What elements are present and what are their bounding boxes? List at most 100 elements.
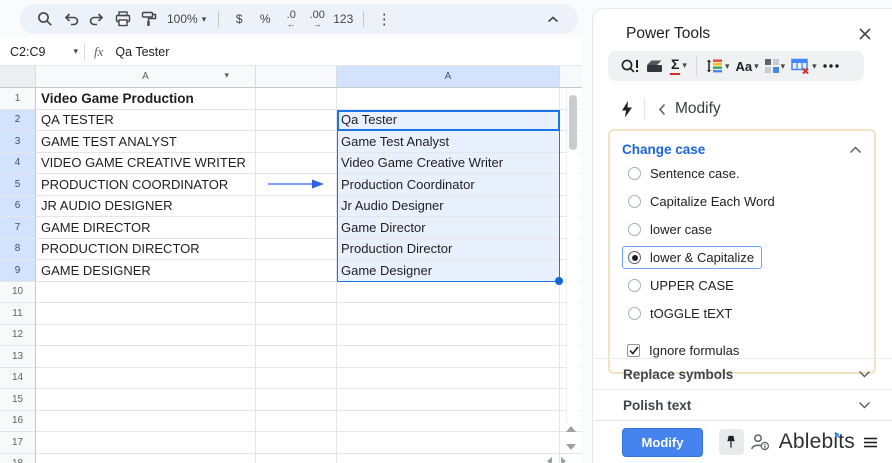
print-button[interactable] (110, 6, 136, 32)
cell-B13[interactable] (256, 346, 337, 368)
ignore-formulas-checkbox[interactable]: Ignore formulas (622, 343, 862, 358)
vertical-scrollbar-thumb[interactable] (569, 95, 577, 150)
radio-option-5[interactable]: tOGGLE tEXT (622, 302, 740, 325)
zoom-control[interactable]: 100% ▾ (162, 12, 211, 26)
section-polish-text[interactable]: Polish text (594, 389, 892, 420)
undo-button[interactable] (58, 6, 84, 32)
cell-C6[interactable]: Jr Audio Designer (337, 195, 560, 217)
split-button[interactable]: ▾ (764, 59, 785, 73)
cell-B18[interactable] (256, 453, 337, 463)
cell-A3[interactable]: GAME TEST ANALYST (36, 131, 256, 153)
cell-A1[interactable]: Video Game Production (36, 88, 256, 110)
fill-handle[interactable] (555, 276, 563, 285)
cell-B11[interactable] (256, 303, 337, 325)
increase-decimal-button[interactable]: .00 → (304, 6, 330, 32)
format-currency-button[interactable]: $ (226, 6, 252, 32)
cell-A6[interactable]: JR AUDIO DESIGNER (36, 195, 256, 217)
cell-C11[interactable] (337, 303, 560, 325)
cell-B4[interactable] (256, 152, 337, 174)
formulas-button[interactable]: Σ ▾ (670, 56, 687, 75)
cell-A9[interactable]: GAME DESIGNER (36, 260, 256, 282)
radio-option-0[interactable]: Sentence case. (622, 162, 748, 185)
scroll-left-icon[interactable] (547, 457, 552, 463)
row-header-9[interactable]: 9 (0, 260, 36, 282)
cell-C15[interactable] (337, 389, 560, 411)
row-header-16[interactable]: 16 (0, 410, 36, 432)
formula-input[interactable]: Qa Tester (115, 45, 169, 59)
scroll-up-icon[interactable] (566, 426, 576, 432)
close-panel-button[interactable] (854, 23, 876, 45)
cell-C8[interactable]: Production Director (337, 238, 560, 260)
cell-B3[interactable] (256, 131, 337, 153)
cell-C2[interactable]: Qa Tester (337, 109, 560, 131)
row-header-15[interactable]: 15 (0, 389, 36, 411)
row-header-3[interactable]: 3 (0, 131, 36, 153)
more-tools-button[interactable] (822, 64, 839, 68)
cell-B1[interactable] (256, 88, 337, 110)
cell-B12[interactable] (256, 324, 337, 346)
section-replace-symbols[interactable]: Replace symbols (594, 358, 892, 389)
cell-A2[interactable]: QA TESTER (36, 109, 256, 131)
column-dropdown-icon[interactable]: ▾ (224, 70, 229, 81)
cell-B17[interactable] (256, 432, 337, 454)
row-header-11[interactable]: 11 (0, 303, 36, 325)
cell-B10[interactable] (256, 281, 337, 303)
back-chevron-icon[interactable] (658, 103, 666, 116)
cell-A16[interactable] (36, 410, 256, 432)
row-header-6[interactable]: 6 (0, 195, 36, 217)
radio-option-4[interactable]: UPPER CASE (622, 274, 742, 297)
cell-A4[interactable]: VIDEO GAME CREATIVE WRITER (36, 152, 256, 174)
blue-arrow-drawing[interactable] (267, 179, 325, 189)
cell-C17[interactable] (337, 432, 560, 454)
cell-B14[interactable] (256, 367, 337, 389)
cell-C9[interactable]: Game Designer (337, 260, 560, 282)
cell-B6[interactable] (256, 195, 337, 217)
row-header-10[interactable]: 10 (0, 281, 36, 303)
column-header-b[interactable] (256, 66, 337, 88)
row-header-12[interactable]: 12 (0, 324, 36, 346)
search-button[interactable] (32, 6, 58, 32)
cell-C12[interactable] (337, 324, 560, 346)
row-header-8[interactable]: 8 (0, 238, 36, 260)
row-header-1[interactable]: 1 (0, 88, 36, 110)
row-header-5[interactable]: 5 (0, 174, 36, 196)
cell-C16[interactable] (337, 410, 560, 432)
cell-A5[interactable]: PRODUCTION COORDINATOR (36, 174, 256, 196)
cell-C5[interactable]: Production Coordinator (337, 174, 560, 196)
sort-button[interactable]: ▾ (706, 58, 729, 74)
row-header-14[interactable]: 14 (0, 367, 36, 389)
row-header-2[interactable]: 2 (0, 109, 36, 131)
find-anything-button[interactable] (620, 58, 639, 75)
cell-A15[interactable] (36, 389, 256, 411)
cell-C14[interactable] (337, 367, 560, 389)
column-header-c[interactable]: A (337, 66, 560, 88)
modify-title[interactable]: Modify (675, 100, 721, 118)
ablebits-logo[interactable]: Ablebits (779, 430, 855, 454)
cell-B16[interactable] (256, 410, 337, 432)
decrease-decimal-button[interactable]: .0 ← (278, 6, 304, 32)
chevron-up-icon[interactable] (849, 145, 862, 154)
cell-B5[interactable] (256, 174, 337, 196)
account-info-button[interactable] (750, 433, 771, 451)
cell-A13[interactable] (36, 346, 256, 368)
cell-C4[interactable]: Video Game Creative Writer (337, 152, 560, 174)
format-percent-button[interactable]: % (252, 6, 278, 32)
cell-B2[interactable] (256, 109, 337, 131)
name-box[interactable]: C2:C9 ▾ (0, 45, 78, 59)
cell-B15[interactable] (256, 389, 337, 411)
cell-C18[interactable] (337, 453, 560, 463)
paint-format-button[interactable] (136, 6, 162, 32)
radio-option-3[interactable]: lower & Capitalize (622, 246, 763, 269)
cell-B7[interactable] (256, 217, 337, 239)
panel-menu-button[interactable] (863, 437, 878, 448)
modify-button[interactable]: Modify (622, 427, 703, 457)
radio-option-1[interactable]: Capitalize Each Word (622, 190, 783, 213)
cell-A7[interactable]: GAME DIRECTOR (36, 217, 256, 239)
merge-data-button[interactable] (645, 58, 664, 74)
change-case-title[interactable]: Change case (622, 142, 705, 157)
row-header-7[interactable]: 7 (0, 217, 36, 239)
cell-C3[interactable]: Game Test Analyst (337, 131, 560, 153)
cell-C7[interactable]: Game Director (337, 217, 560, 239)
hide-menus-button[interactable] (540, 6, 566, 32)
row-header-13[interactable]: 13 (0, 346, 36, 368)
